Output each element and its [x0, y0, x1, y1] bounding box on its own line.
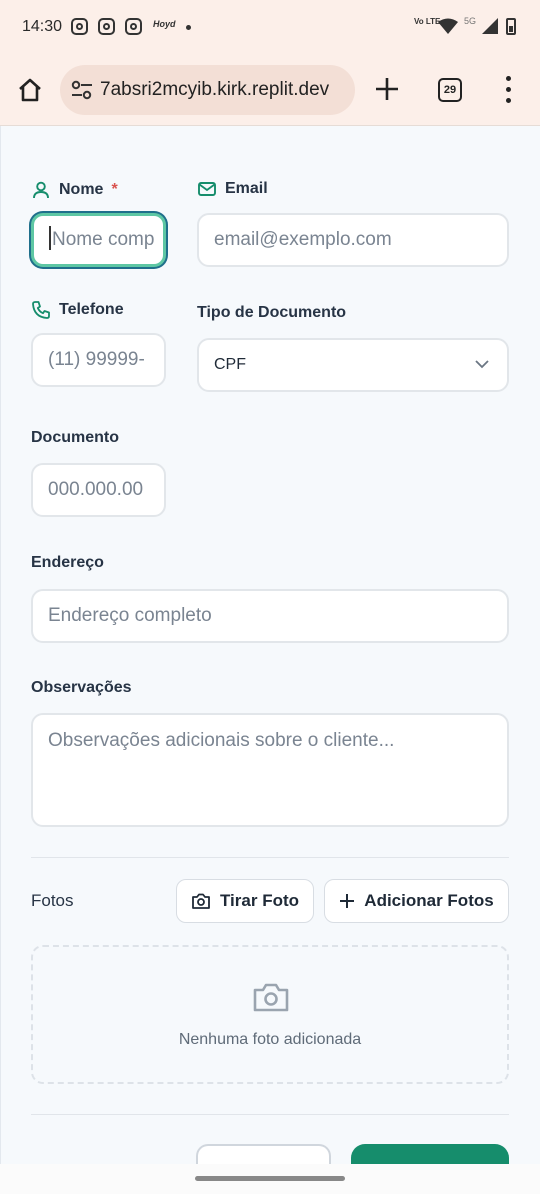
status-bar: 14:30 Hoyd Vo LTE 5G	[0, 0, 540, 54]
home-icon[interactable]	[16, 76, 44, 104]
chevron-down-icon	[475, 360, 489, 369]
document-label: Documento	[31, 429, 119, 446]
browser-menu-icon[interactable]	[505, 76, 513, 104]
add-photos-label: Adicionar Fotos	[364, 891, 494, 910]
name-placeholder: Nome comp	[52, 229, 155, 250]
more-notifications-dot	[186, 25, 191, 30]
divider	[31, 1114, 509, 1115]
name-input[interactable]: Nome comp	[31, 213, 166, 267]
empty-photos-text: Nenhuma foto adicionada	[178, 1031, 362, 1048]
add-photos-button[interactable]: Adicionar Fotos	[324, 879, 509, 923]
doc-type-select[interactable]: CPF	[197, 338, 509, 392]
battery-icon	[506, 18, 516, 35]
doc-type-label: Tipo de Documento	[197, 304, 347, 321]
name-label: Nome *	[31, 180, 118, 200]
user-icon	[33, 181, 49, 199]
notes-textarea[interactable]: Observações adicionais sobre o cliente..…	[31, 713, 509, 827]
tab-switcher-button[interactable]: 29	[438, 78, 462, 102]
volte-indicator: Vo LTE	[414, 17, 441, 26]
system-nav-bar	[0, 1164, 540, 1194]
plus-icon	[340, 894, 355, 908]
mail-icon	[198, 182, 216, 196]
email-input[interactable]: email@exemplo.com	[197, 213, 509, 267]
phone-input[interactable]: (11) 99999-	[31, 333, 166, 387]
name-label-text: Nome	[59, 181, 104, 198]
gesture-handle[interactable]	[195, 1176, 345, 1181]
phone-icon	[32, 301, 50, 319]
new-tab-icon[interactable]	[374, 76, 400, 102]
phone-label: Telefone	[31, 300, 124, 320]
phone-label-text: Telefone	[59, 301, 124, 318]
document-input[interactable]: 000.000.00	[31, 463, 166, 517]
doc-type-value: CPF	[214, 356, 246, 373]
status-time: 14:30	[22, 18, 63, 35]
take-photo-label: Tirar Foto	[219, 891, 300, 910]
take-photo-button[interactable]: Tirar Foto	[176, 879, 314, 923]
address-input[interactable]: Endereço completo	[31, 589, 509, 643]
instagram-icon	[125, 18, 142, 35]
wifi-icon	[438, 18, 458, 34]
instagram-icon	[98, 18, 115, 35]
site-settings-icon[interactable]	[70, 79, 94, 101]
url-text[interactable]: 7absri2mcyib.kirk.replit.dev	[100, 79, 348, 101]
text-caret	[49, 226, 51, 251]
camera-icon	[192, 893, 210, 909]
email-label: Email	[197, 180, 268, 198]
address-bar[interactable]: 7absri2mcyib.kirk.replit.dev	[60, 65, 355, 115]
notification-app-icon: Hoyd	[153, 19, 176, 29]
photo-dropzone[interactable]: Nenhuma foto adicionada	[31, 945, 509, 1084]
notes-label: Observações	[31, 679, 132, 696]
browser-toolbar: 7absri2mcyib.kirk.replit.dev 29	[0, 54, 540, 126]
camera-placeholder-icon	[253, 983, 289, 1012]
email-label-text: Email	[225, 180, 268, 197]
network-5g-label: 5G	[464, 16, 477, 26]
required-mark: *	[111, 181, 118, 198]
divider	[31, 857, 509, 858]
address-label: Endereço	[31, 554, 104, 571]
instagram-icon	[71, 18, 88, 35]
signal-icon	[482, 18, 498, 34]
photos-label: Fotos	[31, 891, 74, 910]
